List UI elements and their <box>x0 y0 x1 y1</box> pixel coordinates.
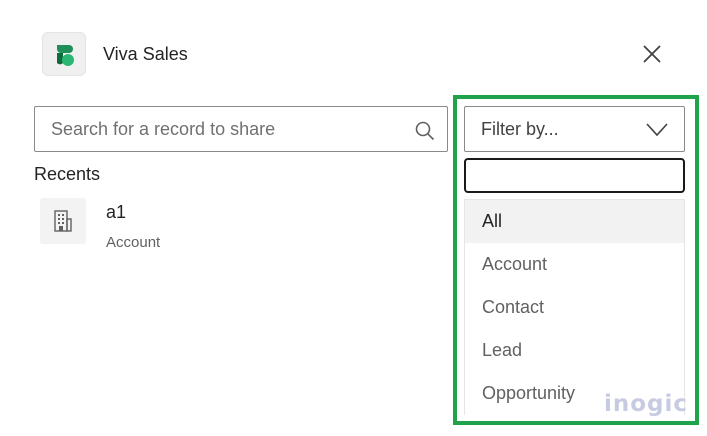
recents-heading: Recents <box>34 164 101 184</box>
record-search-input[interactable] <box>35 107 405 151</box>
filter-option-account[interactable]: Account <box>465 243 684 286</box>
close-icon[interactable] <box>638 40 666 68</box>
record-icon-tile <box>40 198 86 244</box>
inogic-watermark: inogic <box>604 391 689 417</box>
building-icon <box>54 210 72 232</box>
filter-search-input[interactable] <box>464 158 685 193</box>
filter-dropdown[interactable]: Filter by... <box>464 106 685 152</box>
search-icon[interactable] <box>415 121 435 141</box>
filter-dropdown-label: Filter by... <box>481 119 559 139</box>
filter-option-contact[interactable]: Contact <box>465 286 684 329</box>
recent-record-item[interactable]: a1 Account <box>40 196 340 260</box>
filter-options-list: All Account Contact Lead Opportunity <box>464 199 685 415</box>
chevron-down-icon[interactable] <box>646 123 668 137</box>
filter-option-lead[interactable]: Lead <box>465 329 684 372</box>
filter-option-all[interactable]: All <box>465 200 684 243</box>
record-search-box[interactable] <box>34 106 448 152</box>
record-type: Account <box>106 234 161 251</box>
close-button[interactable] <box>638 40 666 68</box>
app-logo <box>42 32 86 76</box>
app-title: Viva Sales <box>103 44 188 64</box>
viva-sales-logo-icon <box>57 45 74 66</box>
record-name: a1 <box>106 202 127 222</box>
